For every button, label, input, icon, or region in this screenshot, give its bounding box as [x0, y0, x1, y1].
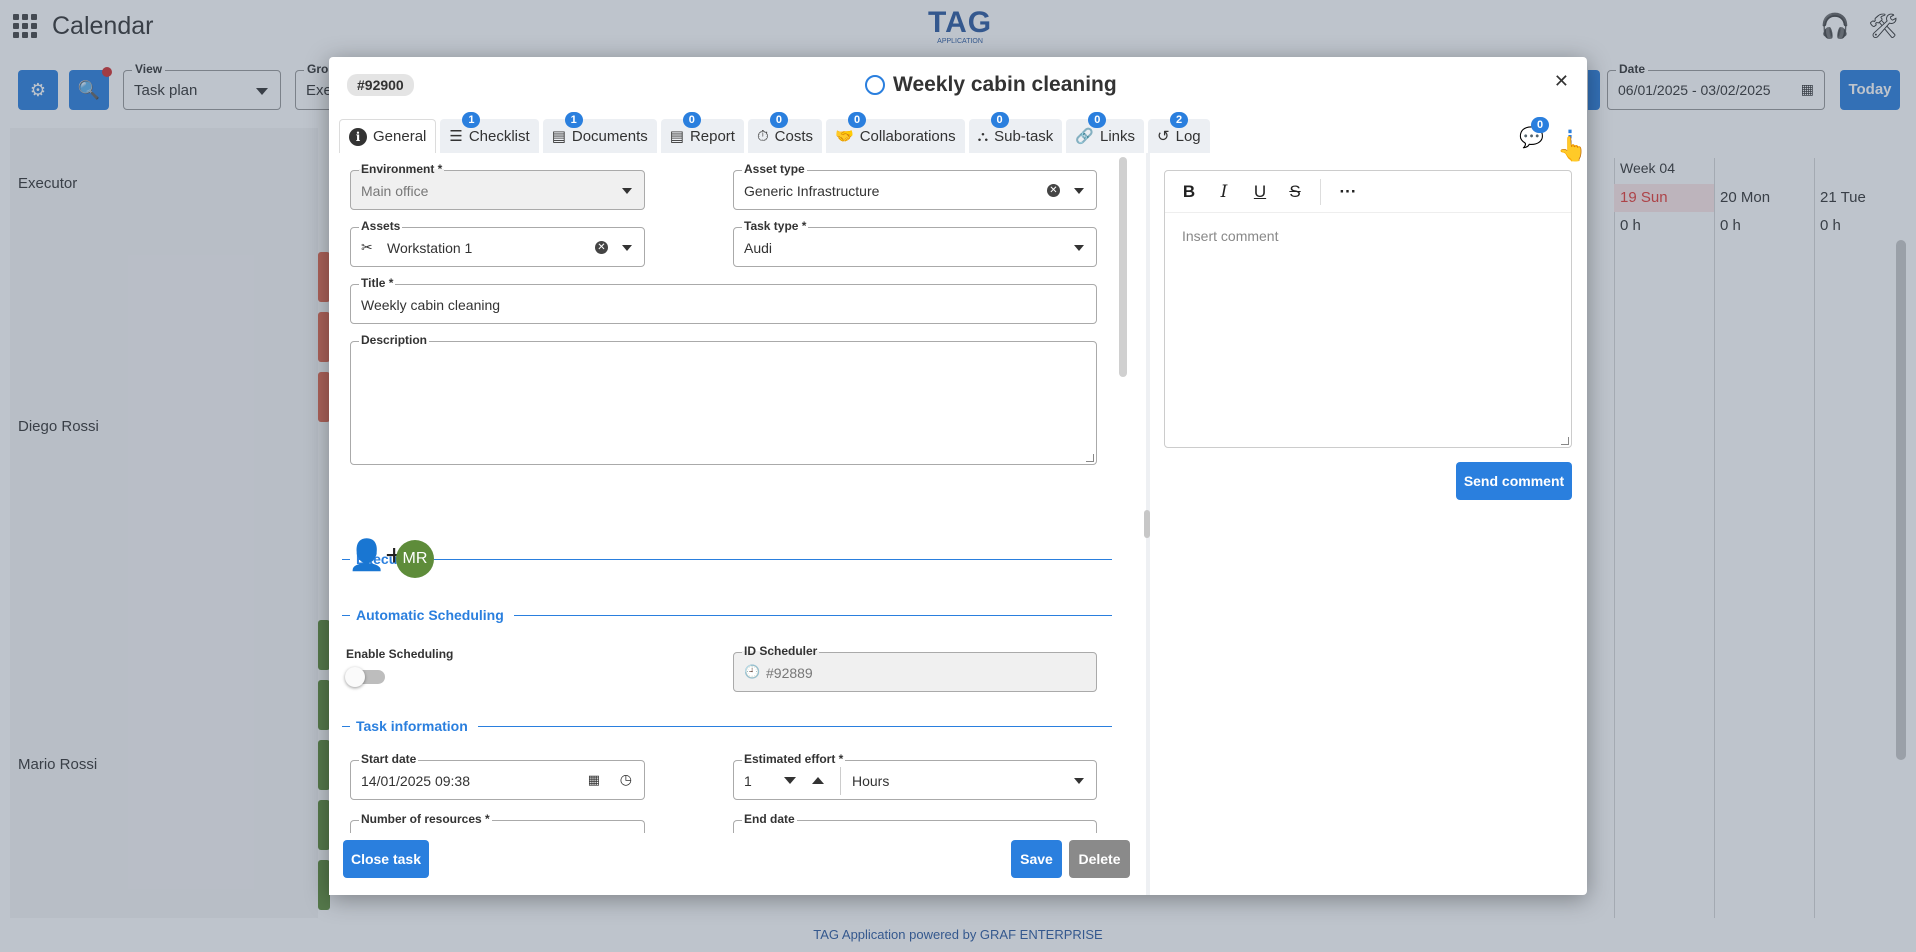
history-icon: ↺ [1157, 128, 1170, 145]
comment-editor: B I U S ··· Insert comment [1164, 170, 1572, 448]
tab-links[interactable]: 0 🔗 Links [1066, 112, 1145, 153]
tab-costs[interactable]: 0 ⏱ Costs [747, 112, 823, 153]
tab-checklist[interactable]: 1 ☰ Checklist [440, 112, 539, 153]
task-information-section-header: Task information [342, 716, 1112, 736]
tab-log[interactable]: 2 ↺ Log [1148, 112, 1210, 153]
clock-icon[interactable]: ◷ [620, 771, 632, 788]
decrement-icon[interactable] [784, 777, 796, 784]
save-button[interactable]: Save [1011, 840, 1062, 878]
calendar-icon[interactable]: ▦ [588, 772, 600, 788]
editor-toolbar: B I U S ··· [1165, 171, 1571, 213]
pane-resize-handle[interactable] [1144, 510, 1150, 538]
general-form: Environment * Main office Asset type Gen… [329, 153, 1117, 839]
end-date-field[interactable]: End date [733, 812, 1097, 834]
bold-icon[interactable]: B [1178, 181, 1200, 203]
handshake-icon: 🤝 [835, 128, 854, 145]
tab-general[interactable]: i General [339, 119, 437, 153]
resize-handle[interactable] [1561, 437, 1569, 445]
executors-section-header: Executors [342, 549, 1112, 569]
stopwatch-icon: ⏱ [756, 127, 769, 145]
enable-scheduling-label: Enable Scheduling [346, 647, 454, 661]
underline-icon[interactable]: U [1249, 181, 1271, 203]
tab-sub-task[interactable]: 0 ⛬ Sub-task [968, 112, 1063, 153]
task-id-badge: #92900 [347, 74, 414, 96]
italic-icon[interactable]: I [1213, 181, 1235, 203]
tab-report[interactable]: 0 ▤ Report [660, 112, 744, 153]
title-input[interactable]: Title * Weekly cabin cleaning [350, 276, 1097, 324]
dialog-footer: Close task Save Delete [329, 833, 1130, 895]
close-icon[interactable]: ✕ [1554, 71, 1569, 92]
tools-icon: ✂ [361, 239, 373, 255]
tab-badge: 0 [682, 112, 701, 128]
send-comment-button[interactable]: Send comment [1456, 462, 1572, 500]
checklist-icon: ☰ [449, 128, 463, 145]
clear-icon[interactable]: ✕ [1047, 184, 1060, 197]
tab-badge: 1 [564, 112, 583, 128]
description-textarea[interactable]: Description [350, 333, 1097, 465]
asset-type-select[interactable]: Asset type Generic Infrastructure ✕ [733, 162, 1097, 210]
form-scrollbar[interactable] [1119, 157, 1127, 377]
document-icon: ▤ [551, 128, 566, 145]
resize-handle[interactable] [1086, 454, 1094, 462]
close-task-button[interactable]: Close task [343, 840, 429, 878]
add-user-icon[interactable]: 👤+ [348, 538, 403, 573]
chevron-down-icon [1074, 778, 1084, 784]
clock-icon: 🕘 [744, 664, 761, 679]
tab-bar: i General 1 ☰ Checklist 1 ▤ Documents 0 … [339, 112, 1210, 153]
tab-documents[interactable]: 1 ▤ Documents [542, 112, 657, 153]
strikethrough-icon[interactable]: S [1284, 181, 1306, 203]
enable-scheduling-toggle[interactable] [345, 667, 385, 687]
environment-select[interactable]: Environment * Main office [350, 162, 645, 210]
comments-badge: 0 [1531, 117, 1549, 133]
more-icon[interactable]: ··· [1337, 181, 1359, 203]
delete-button[interactable]: Delete [1069, 840, 1130, 878]
tab-badge: 1 [462, 112, 481, 128]
info-icon: i [349, 127, 367, 146]
avatar[interactable]: MR [396, 540, 434, 578]
chevron-down-icon [622, 245, 632, 251]
clear-icon[interactable]: ✕ [595, 241, 608, 254]
comment-input[interactable]: Insert comment [1182, 228, 1278, 244]
chevron-down-icon [1074, 245, 1084, 251]
report-icon: ▤ [669, 128, 684, 145]
task-dialog: #92900 Weekly cabin cleaning ✕ i General… [329, 57, 1587, 895]
tab-badge: 0 [769, 112, 788, 128]
pointer-cursor-icon: 👆 [1557, 136, 1587, 163]
link-icon: 🔗 [1075, 128, 1094, 145]
start-date-field[interactable]: Start date 14/01/2025 09:38 ▦ ◷ [350, 752, 645, 800]
id-scheduler-field: ID Scheduler 🕘 #92889 [733, 644, 1097, 692]
estimated-effort-field[interactable]: Estimated effort * 1 Hours [733, 752, 1097, 800]
number-of-resources-field[interactable]: Number of resources * [350, 812, 645, 834]
tab-collaborations[interactable]: 0 🤝 Collaborations [826, 112, 965, 153]
hierarchy-icon: ⛬ [977, 127, 989, 145]
automatic-scheduling-section-header: Automatic Scheduling [342, 605, 1112, 625]
status-circle-icon[interactable] [865, 75, 885, 95]
tab-badge: 0 [1088, 112, 1107, 128]
tab-badge: 0 [848, 112, 867, 128]
increment-icon[interactable] [812, 777, 824, 784]
task-type-select[interactable]: Task type * Audi [733, 219, 1097, 267]
tab-badge: 0 [990, 112, 1009, 128]
assets-select[interactable]: Assets ✂ Workstation 1 ✕ [350, 219, 645, 267]
dialog-title: Weekly cabin cleaning [865, 73, 1117, 97]
chevron-down-icon [622, 188, 632, 194]
tab-badge: 2 [1170, 112, 1189, 128]
chevron-down-icon [1074, 188, 1084, 194]
